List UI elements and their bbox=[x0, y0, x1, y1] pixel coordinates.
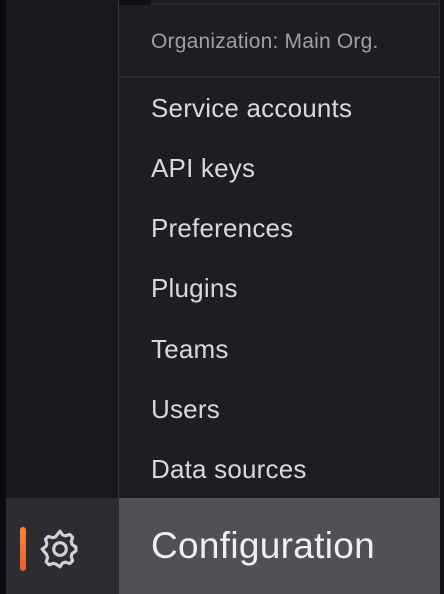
menu-item-api-keys[interactable]: API keys bbox=[151, 149, 255, 187]
menu-item-service-accounts[interactable]: Service accounts bbox=[151, 89, 352, 127]
menu-item-teams[interactable]: Teams bbox=[151, 330, 229, 368]
organization-label: Organization: Main Org. bbox=[151, 30, 379, 53]
configuration-title: Configuration bbox=[151, 525, 375, 566]
active-indicator bbox=[20, 527, 26, 571]
menu-item-plugins[interactable]: Plugins bbox=[151, 269, 238, 307]
menu-item-data-sources[interactable]: Data sources bbox=[151, 450, 307, 488]
menu-top-tab bbox=[119, 0, 151, 5]
grafana-screen: Organization: Main Org. Service accounts… bbox=[0, 0, 444, 594]
menu-item-preferences[interactable]: Preferences bbox=[151, 209, 293, 247]
gear-icon[interactable] bbox=[39, 528, 81, 570]
menu-divider bbox=[119, 76, 440, 78]
menu-item-users[interactable]: Users bbox=[151, 390, 220, 428]
menu-top-line bbox=[119, 3, 440, 5]
right-edge bbox=[440, 0, 444, 594]
